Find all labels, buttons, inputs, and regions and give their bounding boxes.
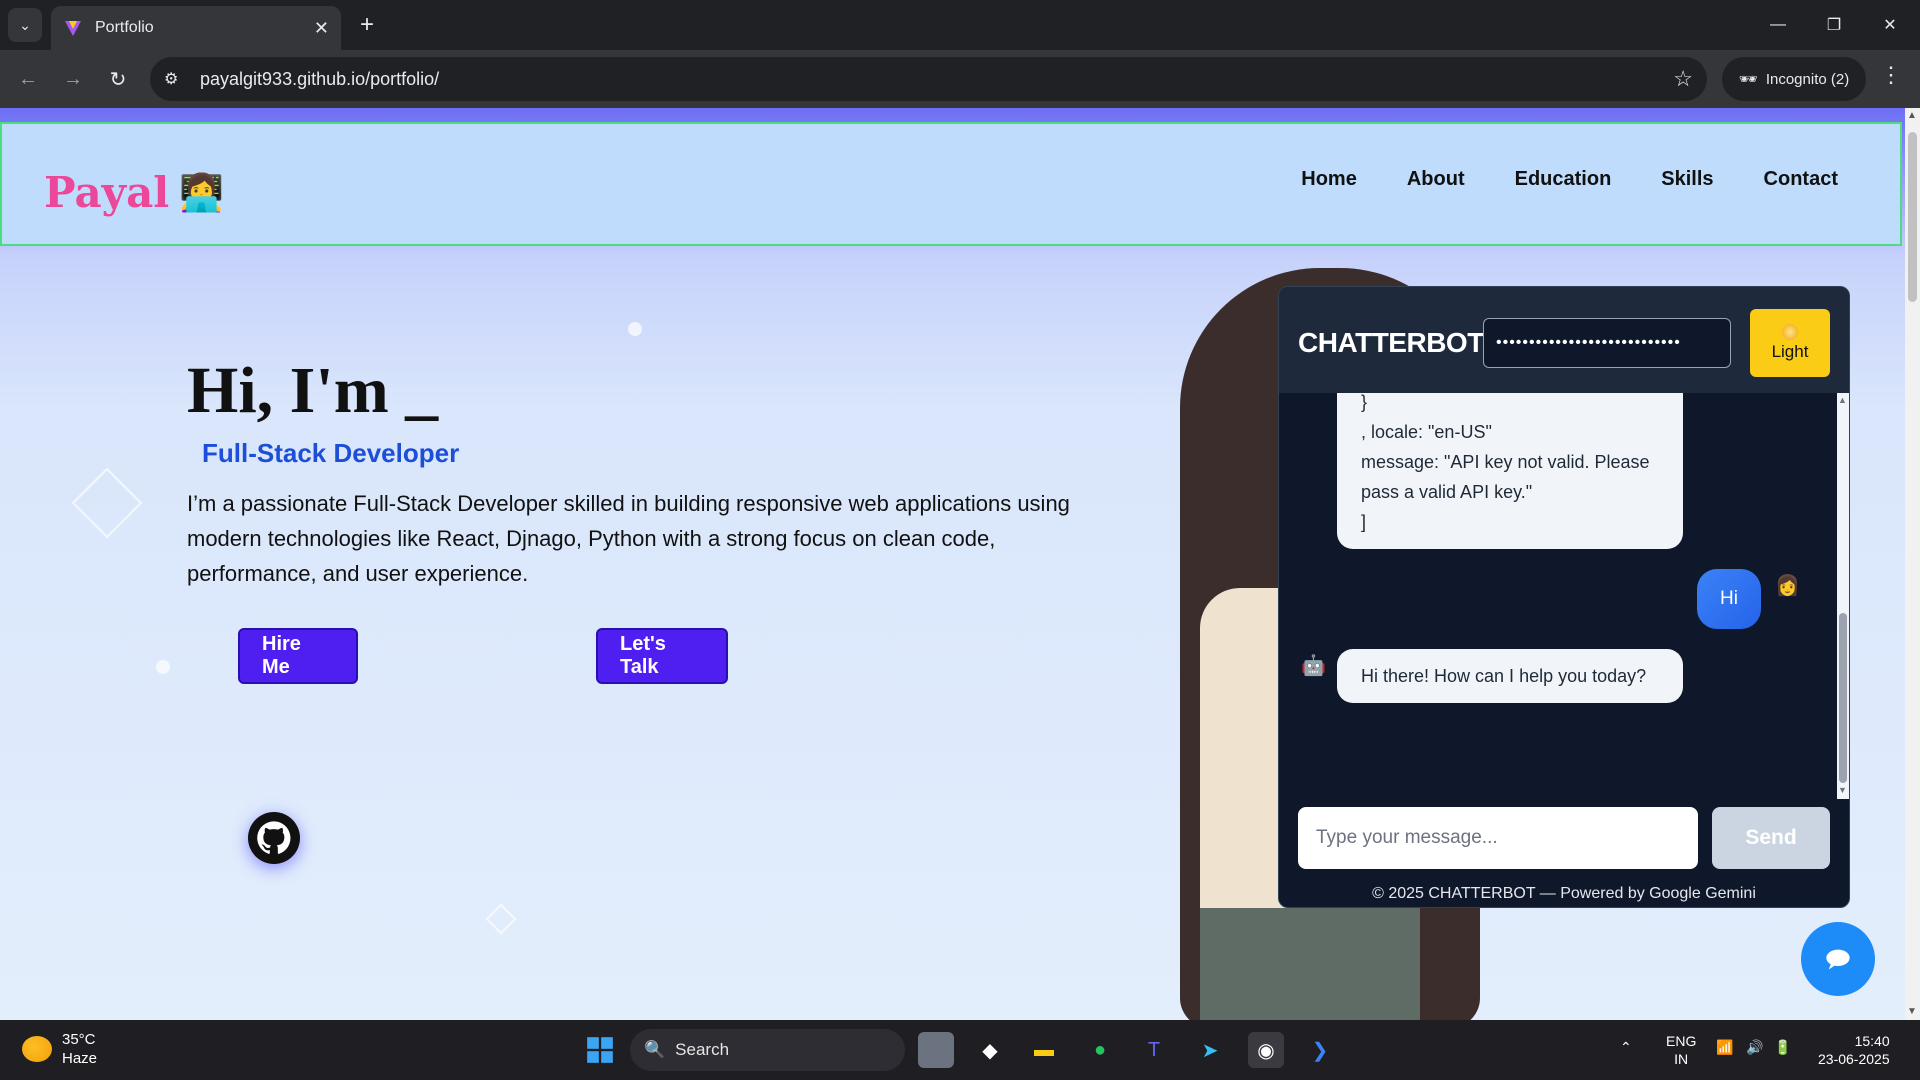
theme-toggle-label: Light [1771,342,1809,361]
windows-start-icon[interactable] [582,1032,618,1068]
chatbot-header: CHATTERBOT •••••••••••••••••••••••••••• … [1279,287,1849,393]
bookmark-star-icon[interactable]: ☆ [1673,66,1693,92]
reload-icon[interactable]: ↻ [100,61,136,97]
chat-bubble-icon [1826,949,1850,970]
language-line1: ENG [1666,1033,1697,1049]
chatbot-footer: © 2025 CHATTERBOT — Powered by Google Ge… [1372,885,1756,902]
bot-reply-message: Hi there! How can I help you today? [1337,649,1683,703]
telegram-icon[interactable]: ➤ [1192,1032,1228,1068]
taskbar-search[interactable]: 🔍 Search [630,1029,905,1071]
address-bar[interactable]: ⚙ payalgit933.github.io/portfolio/ ☆ [150,57,1707,101]
copilot-icon[interactable]: ◆ [972,1032,1008,1068]
chrome-icon[interactable]: ◉ [1248,1032,1284,1068]
theme-toggle-button[interactable]: Light [1750,309,1830,377]
portfolio-favicon-icon [65,21,81,36]
main-nav: Home About Education Skills Contact [1301,168,1838,191]
page-viewport: Payal 👩‍💻 Home About Education Skills Co… [0,108,1905,1020]
file-explorer-icon[interactable]: ▬ [1026,1032,1062,1068]
back-icon[interactable]: ← [10,61,46,97]
chatbot-title: CHATTERBOT [1298,327,1484,358]
tab-search-button[interactable]: ⌄ [8,8,42,42]
task-view-icon[interactable] [918,1032,954,1068]
nav-education[interactable]: Education [1515,168,1612,191]
chat-scrollbar[interactable]: ▲ ▼ [1837,393,1849,799]
restore-button[interactable]: ❐ [1806,0,1862,50]
send-button[interactable]: Send [1712,807,1830,869]
user-avatar-icon: 👩 [1775,575,1800,597]
tab-close-icon[interactable]: ✕ [314,18,329,39]
brand-name: Payal [44,168,170,217]
page-scroll-thumb[interactable] [1908,132,1917,302]
site-logo[interactable]: Payal 👩‍💻 [44,168,224,217]
windows-taskbar: 35°C Haze 🔍 Search ◆ ▬ ● T ➤ ◉ ❯ ⌃ ENG I… [0,1020,1920,1080]
nav-about[interactable]: About [1407,168,1465,191]
chat-messages[interactable]: } , locale: "en-US" message: "API key no… [1279,393,1837,799]
vscode-icon[interactable]: ❯ [1302,1032,1338,1068]
browser-tab-bar: ⌄ Portfolio ✕ + — ❐ ✕ [0,0,1920,50]
clock-time: 15:40 [1854,1033,1890,1049]
weather-desc: Haze [62,1050,98,1067]
search-label: Search [675,1040,730,1059]
scroll-down-arrow-icon[interactable]: ▼ [1838,785,1847,795]
language-indicator[interactable]: ENG IN [1666,1032,1696,1068]
search-icon: 🔍 [644,1040,666,1059]
teams-icon[interactable]: T [1136,1032,1172,1068]
chat-message-input[interactable] [1298,807,1698,869]
bot-error-message: } , locale: "en-US" message: "API key no… [1337,393,1683,549]
clock-date: 23-06-2025 [1818,1051,1890,1067]
page-scroll-up-icon[interactable]: ▲ [1907,110,1917,121]
hire-me-button[interactable]: Hire Me [238,628,358,684]
hero-description: I’m a passionate Full-Stack Developer sk… [187,491,1070,586]
sun-icon [1782,324,1798,340]
url-text: payalgit933.github.io/portfolio/ [200,68,440,89]
weather-temp: 35°C [62,1031,96,1048]
bot-avatar-icon: 🤖 [1301,655,1326,677]
language-line2: IN [1674,1051,1689,1067]
tab-title: Portfolio [95,19,154,36]
nav-skills[interactable]: Skills [1661,168,1713,191]
forward-icon[interactable]: → [55,61,91,97]
site-header: Payal 👩‍💻 Home About Education Skills Co… [0,122,1902,246]
browser-tab[interactable]: Portfolio ✕ [51,6,341,50]
lets-talk-button[interactable]: Let's Talk [596,628,728,684]
chatbot-panel: CHATTERBOT •••••••••••••••••••••••••••• … [1278,286,1850,908]
new-tab-button[interactable]: + [352,10,382,40]
chat-toggle-button[interactable] [1801,922,1875,996]
incognito-label: Incognito (2) [1765,70,1850,88]
browser-toolbar: ← → ↻ ⚙ payalgit933.github.io/portfolio/… [0,50,1920,108]
decorative-diamond [485,903,517,935]
whatsapp-icon[interactable]: ● [1082,1032,1118,1068]
incognito-icon: 🕶 [1738,71,1758,88]
decorative-dot [628,322,642,336]
illustration-skirt [1200,908,1420,1020]
page-scrollbar[interactable]: ▲ ▼ [1905,108,1920,1020]
volume-icon[interactable]: 🔊 [1746,1038,1763,1056]
minimize-button[interactable]: — [1750,0,1806,50]
decorative-dot [156,660,170,674]
user-message: Hi [1697,569,1761,629]
api-key-input[interactable]: •••••••••••••••••••••••••••• [1483,318,1731,368]
weather-widget[interactable]: 35°C Haze [22,1030,97,1068]
decorative-diamond [71,467,143,539]
haze-weather-icon [22,1036,52,1062]
page-scroll-down-icon[interactable]: ▼ [1907,1006,1917,1017]
clock[interactable]: 15:40 23-06-2025 [1818,1032,1890,1068]
chat-scroll-thumb[interactable] [1839,613,1847,783]
wifi-icon[interactable]: 📶 [1716,1038,1733,1056]
site-info-icon[interactable]: ⚙ [164,69,186,89]
github-icon[interactable] [248,812,300,864]
scroll-up-arrow-icon[interactable]: ▲ [1838,395,1847,405]
nav-home[interactable]: Home [1301,168,1357,191]
developer-emoji-icon: 👩‍💻 [179,171,225,214]
incognito-button[interactable]: 🕶 Incognito (2) [1722,57,1866,101]
hero-subtitle: Full-Stack Developer [202,438,460,468]
battery-icon[interactable]: 🔋 [1774,1038,1791,1056]
show-hidden-icons-chevron[interactable]: ⌃ [1620,1038,1632,1056]
close-window-button[interactable]: ✕ [1862,0,1918,50]
browser-menu-icon[interactable]: ⋮ [1880,62,1902,88]
nav-contact[interactable]: Contact [1764,168,1838,191]
hero-title: Hi, I'm _ [187,354,439,427]
